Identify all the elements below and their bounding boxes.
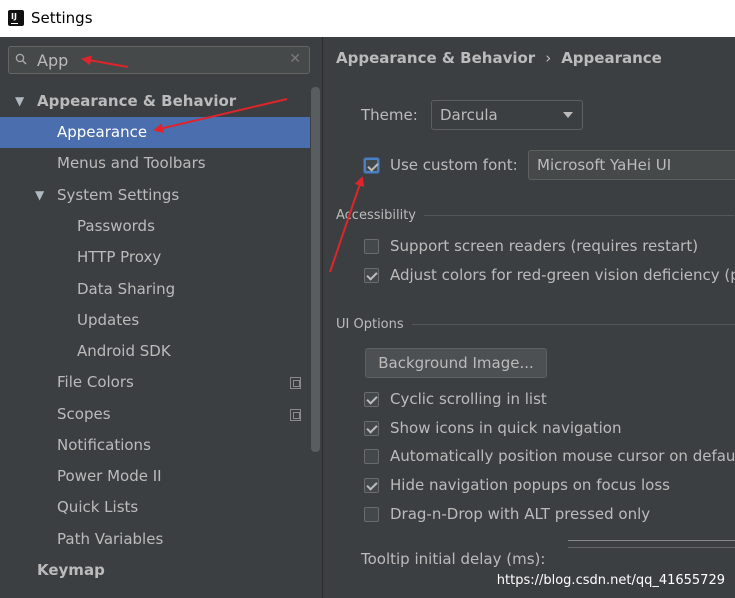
intellij-app-icon: IJ (6, 8, 26, 28)
drag-n-drop-alt-checkbox[interactable]: Drag-n-Drop with ALT pressed only (364, 505, 734, 527)
settings-content: Appearance & Behavior › Appearance Theme: … (323, 37, 735, 598)
theme-label: Theme: (361, 106, 418, 124)
breadcrumb: Appearance & Behavior › Appearance (336, 49, 662, 67)
section-title-text: Accessibility (336, 208, 416, 223)
tree-item-label: System Settings (57, 186, 180, 204)
tree-item-updates[interactable]: Updates (0, 305, 310, 336)
section-divider (424, 215, 734, 216)
dropdown-arrow-icon (563, 112, 573, 118)
project-level-icon (290, 377, 301, 389)
tree-item-quick-lists[interactable]: Quick Lists (0, 492, 310, 523)
use-custom-font-checkbox[interactable]: Use custom font: (364, 156, 544, 178)
breadcrumb-parent[interactable]: Appearance & Behavior (336, 49, 535, 67)
checkbox-label: Adjust colors for red-green vision defic… (390, 266, 735, 284)
expand-arrow-icon[interactable]: ▼ (15, 86, 24, 117)
theme-select[interactable]: Darcula (431, 100, 583, 130)
tree-item-label: Power Mode II (57, 467, 162, 485)
checkbox-box[interactable] (364, 158, 379, 173)
search-icon (15, 53, 27, 65)
tree-item-http-proxy[interactable]: HTTP Proxy (0, 242, 310, 273)
tree-item-label: File Colors (57, 373, 134, 391)
tree-item-label: Data Sharing (77, 280, 176, 298)
checkbox-box[interactable] (364, 449, 379, 464)
breadcrumb-current: Appearance (561, 49, 662, 67)
section-divider (411, 324, 735, 325)
tree-item-label: Menus and Toolbars (57, 154, 206, 172)
tree-item-keymap[interactable]: Keymap (0, 555, 310, 586)
tree-item-scopes[interactable]: Scopes (0, 399, 310, 430)
screen-readers-checkbox[interactable]: Support screen readers (requires restart… (364, 237, 734, 259)
expand-arrow-icon[interactable]: ▼ (35, 180, 44, 211)
tree-item-notifications[interactable]: Notifications (0, 430, 310, 461)
tooltip-delay-slider[interactable] (568, 540, 735, 548)
checkbox-box[interactable] (364, 239, 379, 254)
custom-font-label: Use custom font: (390, 156, 518, 174)
tree-item-appearance[interactable]: Appearance (0, 117, 310, 148)
tree-item-label: Keymap (37, 561, 105, 579)
tree-item-label: HTTP Proxy (77, 248, 162, 266)
accessibility-section-title: Accessibility (336, 208, 734, 223)
sidebar-scrollbar[interactable] (311, 87, 320, 452)
title-bar: IJ Settings (0, 0, 735, 37)
ui-options-section-title: UI Options (336, 317, 735, 332)
tree-item-system-settings[interactable]: ▼ System Settings (0, 180, 310, 211)
tree-item-label: Appearance (57, 123, 148, 141)
tree-item-power-mode[interactable]: Power Mode II (0, 461, 310, 492)
auto-position-cursor-checkbox[interactable]: Automatically position mouse cursor on d… (364, 447, 735, 469)
checkbox-box[interactable] (364, 268, 379, 283)
checkbox-box[interactable] (364, 507, 379, 522)
checkbox-label: Hide navigation popups on focus loss (390, 476, 670, 494)
checkbox-label: Drag-n-Drop with ALT pressed only (390, 505, 651, 523)
clear-search-icon[interactable]: ✕ (289, 51, 301, 67)
checkbox-box[interactable] (364, 478, 379, 493)
cyclic-scrolling-checkbox[interactable]: Cyclic scrolling in list (364, 390, 734, 412)
tree-item-label: Quick Lists (57, 498, 139, 516)
show-icons-checkbox[interactable]: Show icons in quick navigation (364, 419, 734, 441)
tree-item-path-variables[interactable]: Path Variables (0, 524, 310, 555)
tree-item-data-sharing[interactable]: Data Sharing (0, 274, 310, 305)
checkbox-box[interactable] (364, 421, 379, 436)
window-title: Settings (31, 9, 93, 27)
checkbox-label: Show icons in quick navigation (390, 419, 622, 437)
hide-navigation-popups-checkbox[interactable]: Hide navigation popups on focus loss (364, 476, 734, 498)
color-deficiency-checkbox[interactable]: Adjust colors for red-green vision defic… (364, 266, 735, 288)
tree-item-android-sdk[interactable]: Android SDK (0, 336, 310, 367)
checkbox-label: Automatically position mouse cursor on d… (390, 447, 735, 465)
tree-item-file-colors[interactable]: File Colors (0, 367, 310, 398)
tree-item-label: Updates (77, 311, 140, 329)
watermark-text: https://blog.csdn.net/qq_41655729 (496, 573, 725, 588)
settings-search-input[interactable]: App ✕ (8, 46, 310, 74)
checkbox-label: Support screen readers (requires restart… (390, 237, 699, 255)
checkbox-box[interactable] (364, 392, 379, 407)
tooltip-delay-label: Tooltip initial delay (ms): (361, 550, 546, 568)
tree-item-label: Notifications (57, 436, 151, 454)
checkbox-label: Cyclic scrolling in list (390, 390, 547, 408)
tree-item-label: Passwords (77, 217, 155, 235)
custom-font-select[interactable]: Microsoft YaHei UI (528, 150, 735, 180)
project-level-icon (290, 409, 301, 421)
tree-item-menus-toolbars[interactable]: Menus and Toolbars (0, 148, 310, 179)
tree-item-appearance-behavior[interactable]: ▼ Appearance & Behavior (0, 86, 310, 117)
settings-sidebar: App ✕ ▼ Appearance & Behavior Appearance… (0, 37, 323, 598)
background-image-button[interactable]: Background Image... (365, 348, 547, 378)
breadcrumb-separator: › (545, 49, 552, 67)
tree-item-label: Appearance & Behavior (37, 92, 237, 110)
custom-font-value: Microsoft YaHei UI (537, 156, 672, 174)
tree-item-passwords[interactable]: Passwords (0, 211, 310, 242)
section-title-text: UI Options (336, 317, 404, 332)
search-value: App (37, 51, 69, 70)
tree-item-label: Scopes (57, 405, 111, 423)
tree-item-label: Path Variables (57, 530, 164, 548)
theme-value: Darcula (440, 106, 498, 124)
tree-item-label: Android SDK (77, 342, 171, 360)
